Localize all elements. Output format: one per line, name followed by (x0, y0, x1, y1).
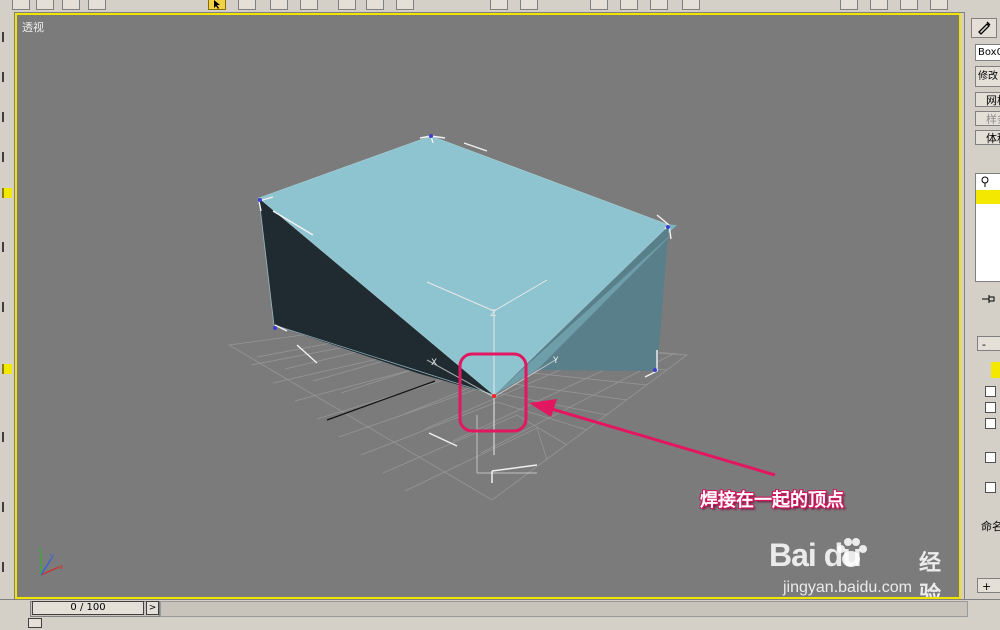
checkbox[interactable] (985, 386, 996, 397)
snap-toggle-icon[interactable] (490, 0, 508, 10)
selection-bracket (476, 415, 537, 474)
rollout-collapse-button[interactable]: - (977, 336, 1000, 351)
left-tool-icon[interactable] (2, 502, 12, 512)
time-slider-bar: 0 / 100 > (0, 599, 1000, 630)
select-tool-icon[interactable] (208, 0, 226, 10)
svg-text:Z: Z (490, 309, 496, 319)
main-toolbar (0, 0, 1000, 13)
left-tool-icon[interactable] (2, 112, 12, 122)
toolbar-link-icon[interactable] (12, 0, 30, 10)
move-tool-icon[interactable] (338, 0, 356, 10)
svg-text:X: X (431, 358, 437, 368)
layer-icon[interactable] (650, 0, 668, 10)
modifier-button-volume[interactable]: 体积 (975, 130, 1000, 145)
axis-tripod-icon: z x y (33, 543, 73, 586)
left-tool-icon[interactable] (2, 32, 12, 42)
watermark-product: 经验 (919, 551, 942, 599)
left-tool-icon[interactable] (2, 432, 12, 442)
checkbox[interactable] (985, 452, 996, 463)
checkbox[interactable] (985, 402, 996, 413)
curve-editor-icon[interactable] (840, 0, 858, 10)
spell-check-icon[interactable] (682, 0, 700, 10)
object-name-field[interactable]: Box0 (975, 44, 1000, 61)
stack-item-selected[interactable] (976, 190, 1000, 204)
command-panel: Box0 修改 网格 样条 体积 - 命名 + (964, 12, 1000, 602)
mirror-icon[interactable] (590, 0, 608, 10)
modifier-button-mesh[interactable]: 网格 (975, 92, 1000, 107)
rollout-expand-button[interactable]: + (977, 578, 1000, 593)
svg-text:z: z (38, 546, 42, 554)
checkbox[interactable] (985, 418, 996, 429)
selection-bracket (428, 432, 538, 483)
scale-tool-icon[interactable] (396, 0, 414, 10)
watermark-url: jingyan.baidu.com (783, 579, 912, 596)
left-tool-strip (0, 12, 15, 602)
modifier-stack-list[interactable] (975, 173, 1000, 282)
rotate-tool-icon[interactable] (366, 0, 384, 10)
time-slider-handle[interactable]: 0 / 100 (32, 601, 144, 615)
toolbar-unlink-icon[interactable] (36, 0, 54, 10)
left-tool-active-icon[interactable] (2, 364, 12, 374)
left-tool-icon[interactable] (2, 242, 12, 252)
left-tool-icon[interactable] (2, 72, 12, 82)
mini-listener-icon[interactable] (28, 618, 42, 628)
checkbox-checked[interactable] (985, 482, 996, 493)
pin-icon[interactable] (981, 294, 995, 307)
baidu-paw-icon (837, 538, 867, 567)
annotation-arrow (529, 399, 776, 477)
perspective-viewport[interactable]: 透视 Z X Y 焊接在一起的顶点 z x y Bai du 经验 jingya… (15, 13, 961, 599)
rect-select-icon[interactable] (270, 0, 288, 10)
time-slider-next-button[interactable]: > (146, 601, 159, 615)
modifier-button-spline[interactable]: 样条 (975, 111, 1000, 126)
svg-text:x: x (59, 563, 63, 571)
welded-vertex (492, 394, 496, 398)
material-editor-icon[interactable] (900, 0, 918, 10)
annotation-label: 焊接在一起的顶点 (700, 490, 844, 511)
modifier-list-dropdown[interactable]: 修改 (975, 66, 1000, 87)
render-setup-icon[interactable] (930, 0, 948, 10)
left-tool-icon[interactable] (2, 152, 12, 162)
svg-text:Y: Y (552, 356, 559, 366)
named-selection-label: 命名 (981, 520, 1000, 533)
timeline-track[interactable] (160, 601, 968, 617)
svg-text:y: y (50, 552, 54, 560)
window-select-icon[interactable] (300, 0, 318, 10)
light-bulb-icon[interactable] (980, 176, 990, 188)
left-tool-icon[interactable] (2, 562, 12, 572)
selection-level-active[interactable] (991, 362, 1000, 378)
toolbar-filter-icon[interactable] (88, 0, 106, 10)
left-tool-active-icon[interactable] (2, 188, 12, 198)
watermark: Bai du 经验 jingyan.baidu.com (769, 535, 959, 599)
left-tool-icon[interactable] (2, 302, 12, 312)
schematic-icon[interactable] (870, 0, 888, 10)
angle-snap-icon[interactable] (520, 0, 538, 10)
toolbar-bind-icon[interactable] (62, 0, 80, 10)
select-by-name-icon[interactable] (238, 0, 256, 10)
x-axis-line (326, 380, 436, 421)
modify-tab-icon[interactable] (971, 18, 997, 38)
align-icon[interactable] (620, 0, 638, 10)
